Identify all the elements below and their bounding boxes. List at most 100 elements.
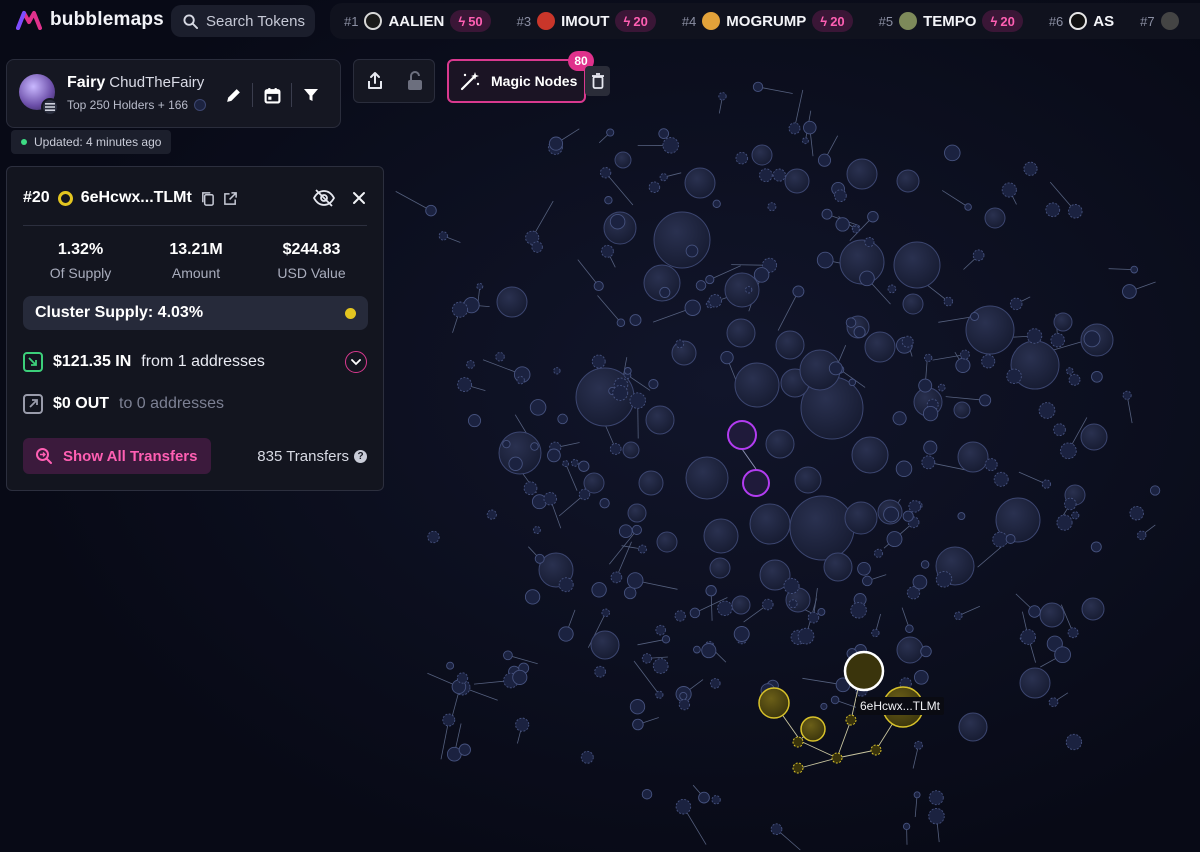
holder-bubble[interactable] bbox=[873, 548, 884, 558]
holder-bubble[interactable] bbox=[1060, 442, 1077, 460]
holder-bubble[interactable] bbox=[864, 236, 875, 248]
holder-bubble[interactable] bbox=[850, 602, 867, 619]
holder-bubble[interactable] bbox=[1056, 514, 1073, 531]
holder-bubble[interactable] bbox=[887, 284, 897, 294]
holder-bubble[interactable] bbox=[862, 575, 873, 587]
holder-bubble[interactable] bbox=[957, 512, 966, 521]
holder-bubble[interactable] bbox=[953, 401, 971, 419]
holder-bubble[interactable] bbox=[508, 456, 523, 471]
holder-bubble[interactable] bbox=[1005, 534, 1016, 544]
holder-bubble[interactable] bbox=[679, 691, 688, 701]
holder-bubble[interactable] bbox=[845, 317, 857, 328]
holder-bubble[interactable] bbox=[524, 589, 541, 605]
holder-bubble[interactable] bbox=[458, 743, 471, 756]
holder-bubble[interactable] bbox=[857, 561, 871, 576]
holder-bubble[interactable] bbox=[626, 572, 644, 589]
holder-bubble[interactable] bbox=[456, 672, 469, 684]
holder-bubble[interactable] bbox=[599, 167, 612, 179]
holder-bubble[interactable] bbox=[846, 158, 878, 190]
holder-bubble[interactable] bbox=[558, 577, 574, 593]
holder-bubble[interactable] bbox=[1081, 597, 1105, 621]
holder-bubble[interactable] bbox=[711, 795, 721, 805]
holder-bubble[interactable] bbox=[622, 441, 640, 459]
holder-bubble[interactable] bbox=[734, 362, 780, 408]
cluster-bubble-small[interactable] bbox=[870, 744, 882, 756]
holder-bubble[interactable] bbox=[685, 456, 729, 500]
holder-bubble[interactable] bbox=[1038, 402, 1056, 419]
holder-bubble[interactable] bbox=[913, 669, 929, 685]
holder-bubble[interactable] bbox=[632, 718, 644, 731]
trending-item[interactable]: #6 AS bbox=[1049, 12, 1114, 30]
holder-bubble[interactable] bbox=[502, 439, 511, 449]
holder-bubble[interactable] bbox=[893, 241, 941, 289]
filter-button[interactable] bbox=[292, 80, 330, 110]
holder-bubble[interactable] bbox=[752, 81, 764, 93]
holder-bubble[interactable] bbox=[629, 699, 646, 715]
cluster-bubble-small[interactable] bbox=[845, 714, 857, 726]
holder-bubble[interactable] bbox=[924, 353, 933, 363]
copy-icon[interactable] bbox=[200, 191, 215, 206]
holder-bubble[interactable] bbox=[844, 501, 878, 535]
help-icon[interactable]: ? bbox=[354, 450, 367, 463]
holder-bubble[interactable] bbox=[935, 571, 953, 588]
holder-bubble[interactable] bbox=[678, 698, 691, 711]
holder-bubble[interactable] bbox=[853, 326, 866, 339]
holder-bubble[interactable] bbox=[783, 577, 800, 594]
holder-bubble[interactable] bbox=[1019, 667, 1051, 699]
holder-bubble[interactable] bbox=[609, 213, 626, 230]
holder-bubble[interactable] bbox=[623, 367, 632, 375]
holder-bubble[interactable] bbox=[770, 823, 783, 836]
holder-bubble[interactable] bbox=[661, 635, 671, 644]
holder-bubble[interactable] bbox=[604, 196, 613, 205]
holder-bubble[interactable] bbox=[655, 624, 666, 636]
holder-bubble[interactable] bbox=[830, 695, 840, 705]
holder-bubble[interactable] bbox=[834, 189, 847, 203]
holder-bubble[interactable] bbox=[601, 608, 610, 618]
holder-bubble[interactable] bbox=[610, 571, 623, 584]
holder-bubble[interactable] bbox=[912, 574, 928, 590]
holder-bubble[interactable] bbox=[984, 207, 1006, 229]
holder-bubble[interactable] bbox=[684, 299, 701, 316]
holder-bubble[interactable] bbox=[759, 168, 773, 183]
holder-bubble[interactable] bbox=[753, 267, 770, 283]
holder-bubble[interactable] bbox=[749, 503, 791, 545]
holder-bubble[interactable] bbox=[957, 441, 989, 473]
holder-bubble[interactable] bbox=[954, 611, 963, 621]
holder-bubble[interactable] bbox=[828, 361, 843, 376]
holder-bubble[interactable] bbox=[1039, 602, 1065, 628]
holder-bubble[interactable] bbox=[1149, 485, 1161, 496]
magic-nodes-button[interactable]: Magic Nodes bbox=[447, 59, 586, 103]
holder-bubble[interactable] bbox=[767, 202, 777, 212]
holder-bubble[interactable] bbox=[629, 314, 642, 327]
holder-bubble[interactable] bbox=[629, 392, 646, 409]
holder-bubble[interactable] bbox=[446, 661, 455, 670]
holder-bubble[interactable] bbox=[606, 128, 615, 137]
holder-bubble[interactable] bbox=[1026, 328, 1043, 344]
holder-bubble[interactable] bbox=[1050, 332, 1065, 348]
external-link-icon[interactable] bbox=[223, 191, 238, 206]
holder-bubble[interactable] bbox=[724, 272, 760, 308]
trending-item[interactable]: #7 bbox=[1140, 12, 1179, 30]
holder-bubble[interactable] bbox=[797, 627, 815, 645]
holder-bubble[interactable] bbox=[689, 607, 701, 619]
holder-bubble[interactable] bbox=[648, 181, 661, 193]
holder-bubble[interactable] bbox=[684, 167, 716, 199]
holder-bubble[interactable] bbox=[1067, 627, 1079, 639]
holder-bubble[interactable] bbox=[992, 531, 1008, 548]
cluster-supply-bar[interactable]: Cluster Supply: 4.03% bbox=[23, 296, 368, 330]
holder-bubble[interactable] bbox=[733, 626, 750, 642]
cluster-bubble-small[interactable] bbox=[792, 736, 804, 748]
holder-bubble[interactable] bbox=[486, 509, 497, 520]
holder-bubble[interactable] bbox=[655, 690, 664, 699]
holder-bubble[interactable] bbox=[867, 210, 879, 223]
holder-bubble[interactable] bbox=[547, 448, 561, 463]
holder-bubble[interactable] bbox=[981, 354, 996, 369]
holder-bubble[interactable] bbox=[955, 357, 971, 373]
holder-bubble[interactable] bbox=[641, 653, 653, 664]
holder-bubble[interactable] bbox=[557, 413, 568, 425]
holder-bubble[interactable] bbox=[438, 231, 448, 241]
selected-address-bubble[interactable] bbox=[843, 650, 885, 692]
holder-bubble[interactable] bbox=[1064, 497, 1077, 511]
holder-bubble[interactable] bbox=[591, 582, 607, 598]
holder-bubble[interactable] bbox=[864, 331, 896, 363]
